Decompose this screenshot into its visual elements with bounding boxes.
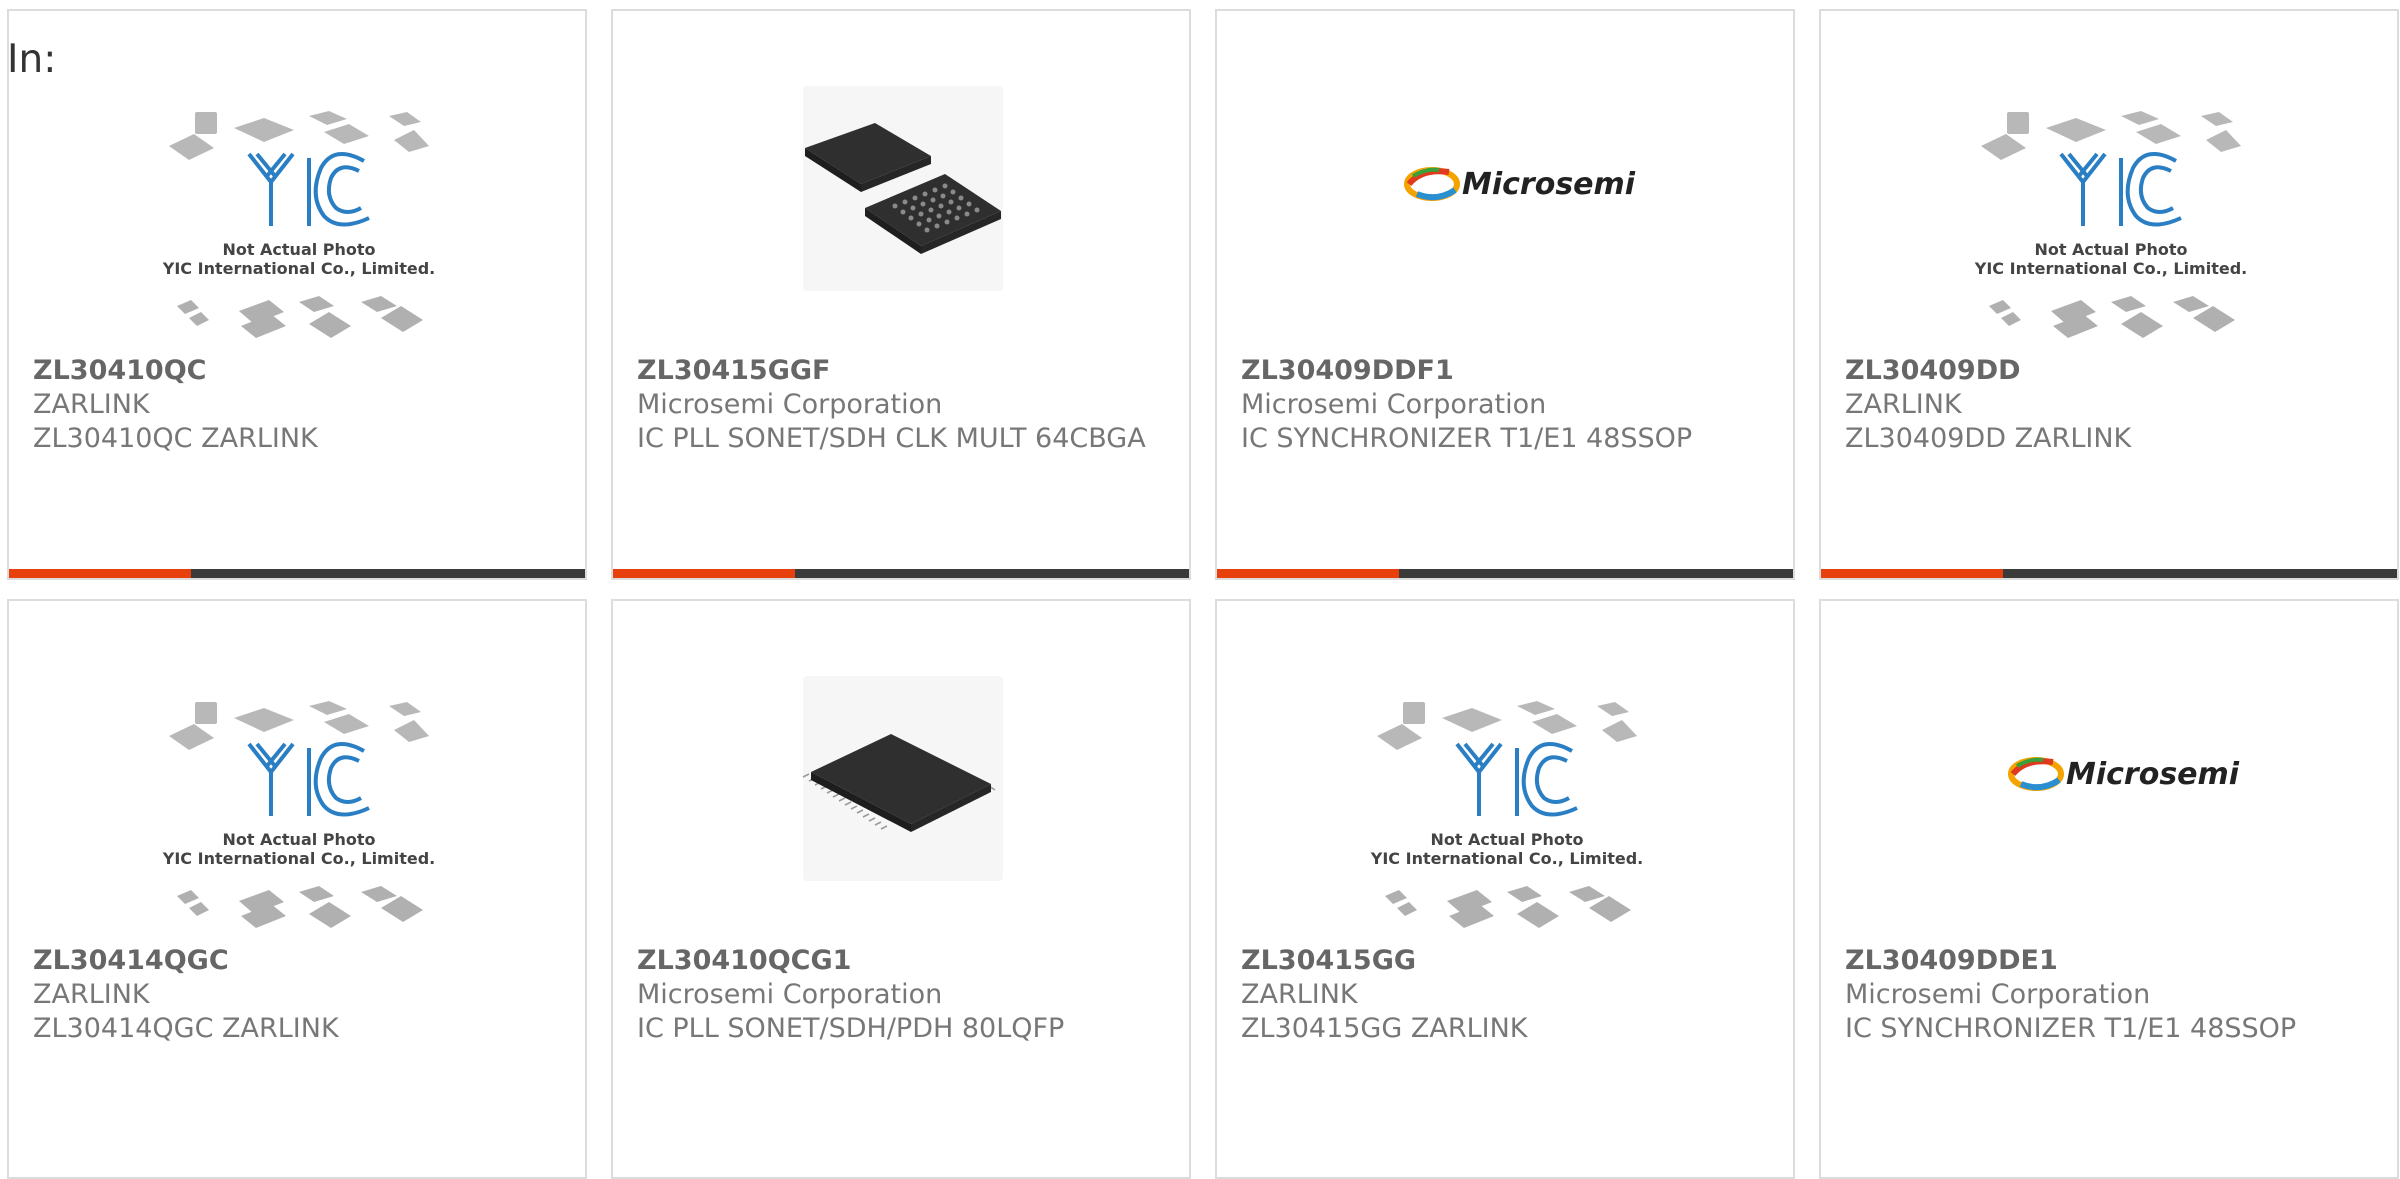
placeholder-caption: Not Actual Photo bbox=[2034, 240, 2187, 259]
description: ZL30410QC ZARLINK bbox=[33, 423, 318, 454]
product-card[interactable]: Microsemi ZL30409DDE1 Microsemi Corporat… bbox=[1819, 599, 2399, 1179]
manufacturer: Microsemi Corporation bbox=[637, 389, 943, 420]
logo-text: Microsemi bbox=[1462, 167, 1636, 202]
description: IC SYNCHRONIZER T1/E1 48SSOP bbox=[1241, 423, 1693, 454]
manufacturer: ZARLINK bbox=[33, 979, 150, 1010]
placeholder-company: YIC International Co., Limited. bbox=[1370, 849, 1643, 868]
placeholder-company: YIC International Co., Limited. bbox=[162, 259, 435, 278]
logo-text: Microsemi bbox=[2066, 757, 2240, 792]
part-number[interactable]: ZL30409DDE1 bbox=[1845, 944, 2377, 978]
in-label: In: bbox=[7, 37, 57, 82]
product-image[interactable] bbox=[613, 56, 1189, 356]
description: ZL30415GG ZARLINK bbox=[1241, 1013, 1528, 1044]
product-image[interactable]: Microsemi bbox=[1821, 646, 2397, 946]
card-bar bbox=[613, 569, 1189, 578]
placeholder-company: YIC International Co., Limited. bbox=[162, 849, 435, 868]
placeholder-caption: Not Actual Photo bbox=[1430, 830, 1583, 849]
manufacturer: ZARLINK bbox=[33, 389, 150, 420]
part-number[interactable]: ZL30410QC bbox=[33, 354, 565, 388]
product-card[interactable]: Not Actual Photo YIC International Co., … bbox=[7, 9, 587, 580]
product-image[interactable]: Not Actual Photo YIC International Co., … bbox=[9, 56, 585, 356]
product-image[interactable]: Not Actual Photo YIC International Co., … bbox=[1821, 56, 2397, 356]
manufacturer: Microsemi Corporation bbox=[1845, 979, 2151, 1010]
description: IC PLL SONET/SDH/PDH 80LQFP bbox=[637, 1013, 1065, 1044]
product-card[interactable]: ZL30415GGF Microsemi Corporation IC PLL … bbox=[611, 9, 1191, 580]
description: ZL30414QGC ZARLINK bbox=[33, 1013, 339, 1044]
product-image[interactable]: Microsemi bbox=[1217, 56, 1793, 356]
placeholder-company: YIC International Co., Limited. bbox=[1974, 259, 2247, 278]
card-bar-accent bbox=[1217, 569, 1399, 578]
part-number[interactable]: ZL30410QCG1 bbox=[637, 944, 1169, 978]
part-number[interactable]: ZL30409DD bbox=[1845, 354, 2377, 388]
microsemi-logo-icon: Microsemi bbox=[1404, 167, 1636, 202]
manufacturer: ZARLINK bbox=[1845, 389, 1962, 420]
manufacturer: Microsemi Corporation bbox=[1241, 389, 1547, 420]
description: IC PLL SONET/SDH CLK MULT 64CBGA bbox=[637, 423, 1146, 454]
description: ZL30409DD ZARLINK bbox=[1845, 423, 2132, 454]
product-card[interactable]: ZL30410QCG1 Microsemi Corporation IC PLL… bbox=[611, 599, 1191, 1179]
part-number[interactable]: ZL30414QGC bbox=[33, 944, 565, 978]
placeholder-caption: Not Actual Photo bbox=[222, 240, 375, 259]
product-image[interactable] bbox=[613, 646, 1189, 946]
description: IC SYNCHRONIZER T1/E1 48SSOP bbox=[1845, 1013, 2297, 1044]
product-card[interactable]: Not Actual Photo YIC International Co., … bbox=[7, 599, 587, 1179]
card-bar-accent bbox=[1821, 569, 2003, 578]
placeholder-caption: Not Actual Photo bbox=[222, 830, 375, 849]
part-number[interactable]: ZL30415GGF bbox=[637, 354, 1169, 388]
manufacturer: Microsemi Corporation bbox=[637, 979, 943, 1010]
part-number[interactable]: ZL30415GG bbox=[1241, 944, 1773, 978]
microsemi-logo-icon: Microsemi bbox=[2008, 757, 2240, 792]
card-bar bbox=[9, 569, 585, 578]
part-number[interactable]: ZL30409DDF1 bbox=[1241, 354, 1773, 388]
product-image[interactable]: Not Actual Photo YIC International Co., … bbox=[1217, 646, 1793, 946]
product-image[interactable]: Not Actual Photo YIC International Co., … bbox=[9, 646, 585, 946]
product-grid: Not Actual Photo YIC International Co., … bbox=[0, 0, 2400, 1179]
product-card[interactable]: Microsemi ZL30409DDF1 Microsemi Corporat… bbox=[1215, 9, 1795, 580]
card-bar bbox=[1217, 569, 1793, 578]
manufacturer: ZARLINK bbox=[1241, 979, 1358, 1010]
product-card[interactable]: Not Actual Photo YIC International Co., … bbox=[1215, 599, 1795, 1179]
card-bar-accent bbox=[613, 569, 795, 578]
card-bar-accent bbox=[9, 569, 191, 578]
card-bar bbox=[1821, 569, 2397, 578]
product-card[interactable]: Not Actual Photo YIC International Co., … bbox=[1819, 9, 2399, 580]
